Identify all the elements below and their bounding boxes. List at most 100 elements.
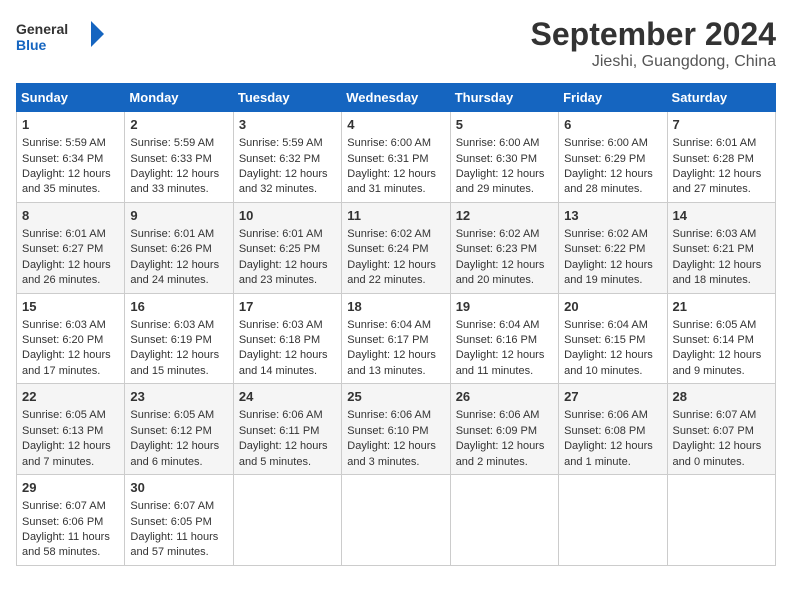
sunrise-text: Sunrise: 6:03 AM: [22, 319, 106, 331]
calendar-cell: 21Sunrise: 6:05 AMSunset: 6:14 PMDayligh…: [667, 293, 775, 384]
calendar-cell: 6Sunrise: 6:00 AMSunset: 6:29 PMDaylight…: [559, 112, 667, 203]
svg-text:Blue: Blue: [16, 37, 47, 53]
daylight-text: Daylight: 12 hours and 27 minutes.: [673, 168, 762, 195]
col-thursday: Thursday: [450, 84, 558, 112]
sunset-text: Sunset: 6:19 PM: [130, 334, 211, 346]
sunrise-text: Sunrise: 6:06 AM: [456, 409, 540, 421]
calendar-cell: [342, 475, 450, 566]
sunset-text: Sunset: 6:14 PM: [673, 334, 754, 346]
day-number: 19: [456, 298, 553, 316]
calendar-week-row: 15 Sunrise: 6:03 AM Sunset: 6:20 PM Dayligh…: [17, 293, 776, 384]
daylight-text: Daylight: 12 hours and 19 minutes.: [564, 259, 653, 286]
daylight-text: Daylight: 12 hours and 26 minutes.: [22, 259, 111, 286]
calendar-cell: [559, 475, 667, 566]
logo: General Blue: [16, 16, 106, 56]
col-saturday: Saturday: [667, 84, 775, 112]
sunset-text: Sunset: 6:10 PM: [347, 425, 428, 437]
page-header: General Blue September 2024 Jieshi, Guan…: [16, 16, 776, 71]
calendar-cell: 11Sunrise: 6:02 AMSunset: 6:24 PMDayligh…: [342, 202, 450, 293]
day-number: 20: [564, 298, 661, 316]
sunset-text: Sunset: 6:15 PM: [564, 334, 645, 346]
sunrise-text: Sunrise: 6:00 AM: [564, 137, 648, 149]
sunset-text: Sunset: 6:06 PM: [22, 516, 103, 528]
daylight-text: Daylight: 12 hours and 18 minutes.: [673, 259, 762, 286]
sunset-text: Sunset: 6:23 PM: [456, 243, 537, 255]
daylight-text: Daylight: 12 hours and 1 minute.: [564, 440, 653, 467]
sunset-text: Sunset: 6:26 PM: [130, 243, 211, 255]
sunrise-text: Sunrise: 6:07 AM: [673, 409, 757, 421]
sunrise-text: Sunrise: 5:59 AM: [130, 137, 214, 149]
sunset-text: Sunset: 6:31 PM: [347, 153, 428, 165]
day-number: 5: [456, 116, 553, 134]
day-number: 1: [22, 116, 119, 134]
sunrise-text: Sunrise: 6:05 AM: [130, 409, 214, 421]
calendar-cell: 24Sunrise: 6:06 AMSunset: 6:11 PMDayligh…: [233, 384, 341, 475]
daylight-text: Daylight: 12 hours and 13 minutes.: [347, 349, 436, 376]
col-monday: Monday: [125, 84, 233, 112]
sunrise-text: Sunrise: 6:05 AM: [22, 409, 106, 421]
day-number: 16: [130, 298, 227, 316]
sunset-text: Sunset: 6:21 PM: [673, 243, 754, 255]
calendar-cell: 13Sunrise: 6:02 AMSunset: 6:22 PMDayligh…: [559, 202, 667, 293]
daylight-text: Daylight: 11 hours and 57 minutes.: [130, 531, 218, 558]
calendar-cell: 17Sunrise: 6:03 AMSunset: 6:18 PMDayligh…: [233, 293, 341, 384]
calendar-cell: [233, 475, 341, 566]
month-year: September 2024: [531, 16, 776, 53]
sunset-text: Sunset: 6:05 PM: [130, 516, 211, 528]
daylight-text: Daylight: 11 hours and 58 minutes.: [22, 531, 110, 558]
calendar-header-row: Sunday Monday Tuesday Wednesday Thursday…: [17, 84, 776, 112]
sunset-text: Sunset: 6:12 PM: [130, 425, 211, 437]
calendar-cell: 26Sunrise: 6:06 AMSunset: 6:09 PMDayligh…: [450, 384, 558, 475]
sunrise-text: Sunrise: 6:01 AM: [22, 228, 106, 240]
daylight-text: Daylight: 12 hours and 9 minutes.: [673, 349, 762, 376]
calendar-week-row: 1Sunrise: 5:59 AMSunset: 6:34 PMDaylight…: [17, 112, 776, 203]
day-number: 15: [22, 298, 119, 316]
daylight-text: Daylight: 12 hours and 29 minutes.: [456, 168, 545, 195]
day-number: 24: [239, 388, 336, 406]
calendar-cell: 22Sunrise: 6:05 AMSunset: 6:13 PMDayligh…: [17, 384, 125, 475]
calendar-cell: 2Sunrise: 5:59 AMSunset: 6:33 PMDaylight…: [125, 112, 233, 203]
daylight-text: Daylight: 12 hours and 31 minutes.: [347, 168, 436, 195]
col-wednesday: Wednesday: [342, 84, 450, 112]
sunset-text: Sunset: 6:32 PM: [239, 153, 320, 165]
calendar-cell: 20Sunrise: 6:04 AMSunset: 6:15 PMDayligh…: [559, 293, 667, 384]
calendar-week-row: 29Sunrise: 6:07 AMSunset: 6:06 PMDayligh…: [17, 475, 776, 566]
sunrise-text: Sunrise: 6:07 AM: [22, 500, 106, 512]
daylight-text: Daylight: 12 hours and 11 minutes.: [456, 349, 545, 376]
calendar-cell: 23Sunrise: 6:05 AMSunset: 6:12 PMDayligh…: [125, 384, 233, 475]
sunset-text: Sunset: 6:20 PM: [22, 334, 103, 346]
sunrise-text: Sunrise: 6:02 AM: [564, 228, 648, 240]
col-sunday: Sunday: [17, 84, 125, 112]
sunrise-text: Sunrise: 6:04 AM: [564, 319, 648, 331]
calendar-cell: 28Sunrise: 6:07 AMSunset: 6:07 PMDayligh…: [667, 384, 775, 475]
daylight-text: Daylight: 12 hours and 17 minutes.: [22, 349, 111, 376]
sunrise-text: Sunrise: 6:02 AM: [347, 228, 431, 240]
day-number: 21: [673, 298, 770, 316]
sunrise-text: Sunrise: 6:06 AM: [347, 409, 431, 421]
calendar-week-row: 22Sunrise: 6:05 AMSunset: 6:13 PMDayligh…: [17, 384, 776, 475]
sunrise-text: Sunrise: 6:01 AM: [239, 228, 323, 240]
daylight-text: Daylight: 12 hours and 5 minutes.: [239, 440, 328, 467]
sunrise-text: Sunrise: 6:01 AM: [130, 228, 214, 240]
day-number: 11: [347, 207, 444, 225]
calendar-cell: 30Sunrise: 6:07 AMSunset: 6:05 PMDayligh…: [125, 475, 233, 566]
day-number: 27: [564, 388, 661, 406]
calendar-cell: 16Sunrise: 6:03 AMSunset: 6:19 PMDayligh…: [125, 293, 233, 384]
daylight-text: Daylight: 12 hours and 0 minutes.: [673, 440, 762, 467]
daylight-text: Daylight: 12 hours and 7 minutes.: [22, 440, 111, 467]
daylight-text: Daylight: 12 hours and 23 minutes.: [239, 259, 328, 286]
day-number: 7: [673, 116, 770, 134]
daylight-text: Daylight: 12 hours and 24 minutes.: [130, 259, 219, 286]
daylight-text: Daylight: 12 hours and 6 minutes.: [130, 440, 219, 467]
day-number: 28: [673, 388, 770, 406]
calendar-cell: 14Sunrise: 6:03 AMSunset: 6:21 PMDayligh…: [667, 202, 775, 293]
sunrise-text: Sunrise: 6:02 AM: [456, 228, 540, 240]
sunset-text: Sunset: 6:17 PM: [347, 334, 428, 346]
sunset-text: Sunset: 6:16 PM: [456, 334, 537, 346]
sunrise-text: Sunrise: 6:00 AM: [347, 137, 431, 149]
sunrise-text: Sunrise: 6:03 AM: [673, 228, 757, 240]
sunset-text: Sunset: 6:25 PM: [239, 243, 320, 255]
calendar-cell: [667, 475, 775, 566]
sunset-text: Sunset: 6:29 PM: [564, 153, 645, 165]
logo-svg: General Blue: [16, 16, 106, 56]
